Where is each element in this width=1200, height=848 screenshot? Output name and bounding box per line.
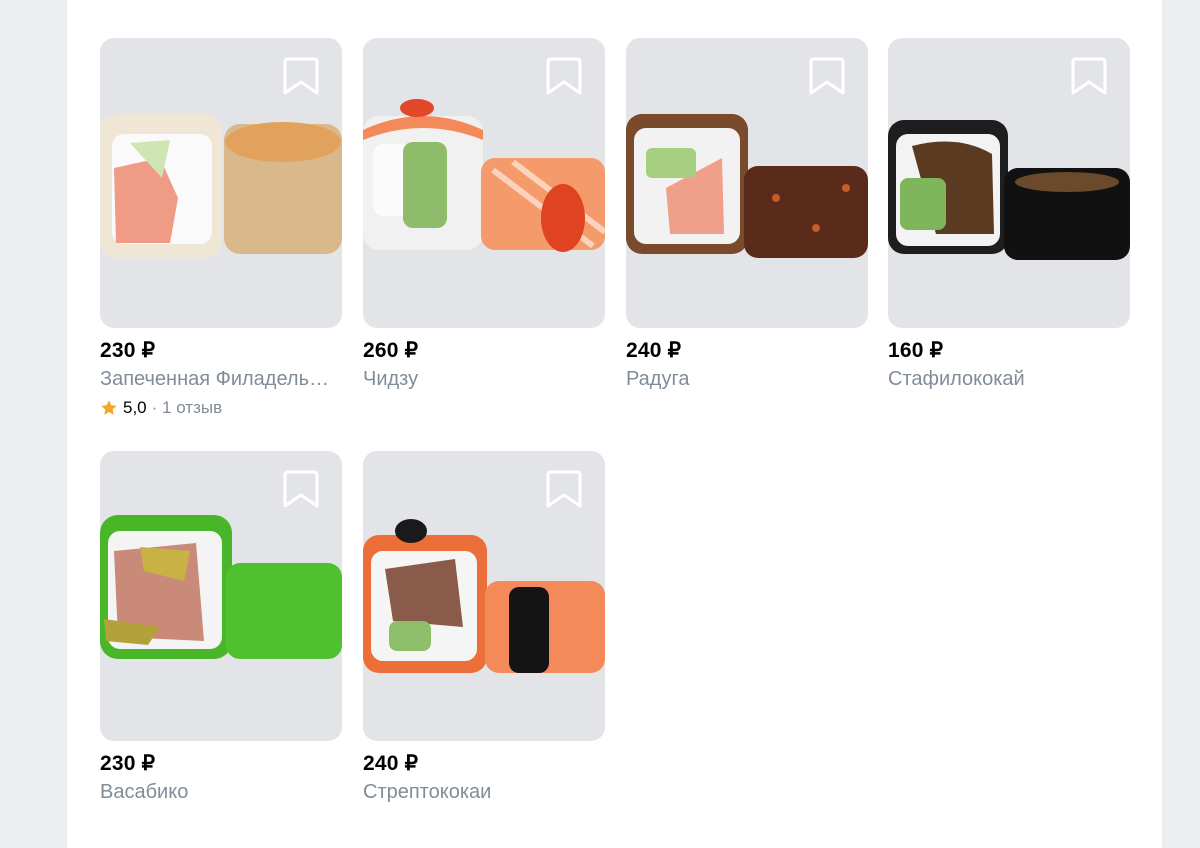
product-image[interactable] [363,38,605,328]
product-card[interactable]: 260 ₽ Чидзу [363,38,605,391]
product-name[interactable]: Чидзу [363,367,605,391]
bookmark-icon[interactable] [545,56,583,96]
product-name[interactable]: Стрептококаи [363,780,605,804]
product-image[interactable] [100,451,342,741]
product-card[interactable]: 240 ₽ Радуга [626,38,868,391]
bookmark-icon[interactable] [808,56,846,96]
product-price: 260 ₽ [363,339,419,362]
product-image[interactable] [888,38,1130,328]
bookmark-icon[interactable] [282,56,320,96]
product-name[interactable]: Запеченная Филадельфия [100,367,342,391]
product-name[interactable]: Радуга [626,367,868,391]
product-price: 230 ₽ [100,339,156,362]
product-name[interactable]: Стафилококай [888,367,1130,391]
star-icon [101,400,117,415]
bookmark-icon[interactable] [1070,56,1108,96]
product-price: 240 ₽ [363,752,419,775]
product-card[interactable]: 240 ₽ Стрептококаи [363,451,605,804]
product-image[interactable] [363,451,605,741]
rating-value: 5,0 [123,398,147,417]
products-panel: 230 ₽ Запеченная Филадельфия 5,0 · 1 отз… [67,0,1162,848]
product-card[interactable]: 160 ₽ Стафилококай [888,38,1130,391]
bookmark-icon[interactable] [545,469,583,509]
product-rating: 5,0 · 1 отзыв [100,398,342,418]
product-card[interactable]: 230 ₽ Запеченная Филадельфия 5,0 · 1 отз… [100,38,342,418]
product-image[interactable] [100,38,342,328]
product-image[interactable] [626,38,868,328]
product-price: 240 ₽ [626,339,682,362]
product-price: 230 ₽ [100,752,156,775]
reviews-count[interactable]: · 1 отзыв [152,398,222,418]
product-card[interactable]: 230 ₽ Васабико [100,451,342,804]
product-price: 160 ₽ [888,339,944,362]
bookmark-icon[interactable] [282,469,320,509]
product-name[interactable]: Васабико [100,780,342,804]
